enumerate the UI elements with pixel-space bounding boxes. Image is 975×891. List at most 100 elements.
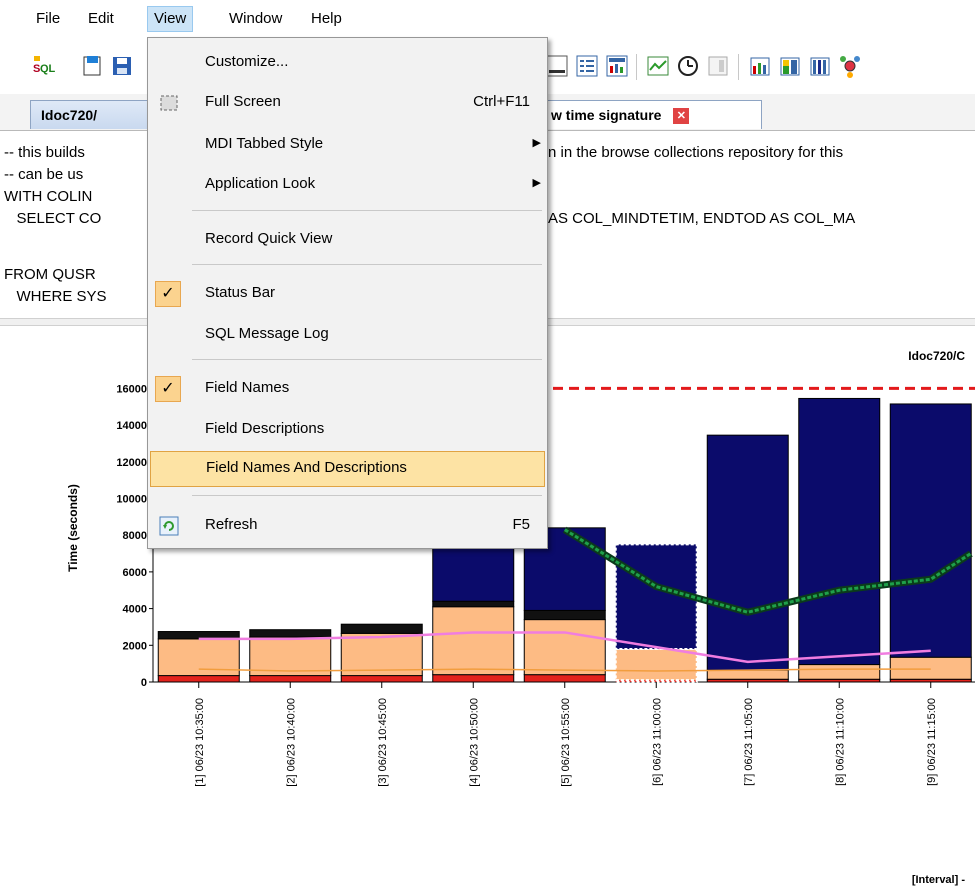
toolbar-separator [738, 54, 739, 80]
menu-item-sql-message-log[interactable]: SQL Message Log [148, 318, 547, 352]
y-tick-label: 12000 [116, 457, 147, 469]
menu-help[interactable]: Help [305, 7, 348, 31]
bar-segment-red [157, 675, 240, 683]
x-tick-label: [2] 06/23 10:40:00 [285, 698, 297, 787]
bar-segment-navy [798, 397, 881, 666]
menu-file[interactable]: File [30, 7, 66, 31]
x-tick-label: [7] 06/23 11:05:00 [743, 698, 755, 786]
menu-item-status-bar[interactable]: ✓ Status Bar [148, 277, 547, 311]
menu-item-shortcut: Ctrl+F11 [473, 93, 530, 110]
save-icon[interactable] [110, 54, 134, 78]
x-tick-label: [6] 06/23 11:00:00 [651, 698, 663, 786]
menu-item-customize[interactable]: Customize... [148, 46, 547, 80]
stacked-bar-icon[interactable] [778, 54, 802, 78]
y-tick-label: 14000 [116, 420, 147, 432]
menu-item-label: Full Screen [205, 93, 281, 110]
bar-segment-orange [706, 669, 789, 680]
network-icon[interactable] [838, 54, 862, 78]
menu-item-label: Application Look [205, 175, 316, 192]
submenu-arrow-icon: ▶ [532, 177, 541, 189]
menu-item-record-quick-view[interactable]: Record Quick View [148, 223, 547, 257]
tab-time-signature[interactable]: w time signature ✕ [540, 100, 762, 129]
menu-item-label: Customize... [205, 53, 289, 70]
menu-item-full-screen[interactable]: Full Screen Ctrl+F11 [148, 86, 547, 120]
y-tick-label: 2000 [123, 640, 147, 652]
svg-text:QL: QL [40, 63, 55, 75]
menu-item-field-names-and-descriptions[interactable]: Field Names And Descriptions [150, 451, 545, 487]
bar-segment-red [432, 674, 515, 683]
bar-segment-orange [432, 606, 515, 676]
x-tick-label: [5] 06/23 10:55:00 [560, 698, 572, 787]
menu-view[interactable]: View [147, 6, 194, 32]
x-tick-label: [9] 06/23 11:15:00 [926, 698, 938, 786]
close-icon[interactable]: ✕ [673, 108, 690, 125]
menu-item-label: Field Names [205, 379, 290, 396]
menu-item-refresh[interactable]: Refresh F5 [148, 509, 547, 543]
menu-item-label: Refresh [205, 516, 258, 533]
view-menu-dropdown: Customize... Full Screen Ctrl+F11 MDI Ta… [147, 37, 548, 549]
sql-icon[interactable]: S QL [31, 54, 55, 78]
y-tick-label: 6000 [123, 567, 147, 579]
sql-line-fragment: AS COL_MINDTETIM, ENDTOD AS COL_MA [548, 210, 856, 227]
checkmark-icon: ✓ [155, 281, 181, 307]
open-icon[interactable] [81, 54, 105, 78]
panel-icon[interactable] [706, 54, 730, 78]
y-tick-label: 0 [141, 677, 147, 689]
x-tick-label: [3] 06/23 10:45:00 [377, 698, 389, 787]
bar-chart-icon[interactable] [748, 54, 772, 78]
column-chart-icon[interactable] [808, 54, 832, 78]
menu-item-label: Field Descriptions [205, 420, 325, 437]
tab-label: w time signature [551, 107, 662, 123]
bar-segment-orange [523, 619, 606, 676]
toolbar-separator [636, 54, 637, 80]
menu-separator [192, 495, 542, 496]
bar-segment-orange [889, 656, 972, 680]
chart-window-icon[interactable] [605, 54, 629, 78]
y-tick-label: 10000 [116, 493, 147, 505]
y-tick-label: 4000 [123, 604, 147, 616]
list-view-icon[interactable] [575, 54, 599, 78]
submenu-arrow-icon: ▶ [532, 137, 541, 149]
checkmark-icon: ✓ [155, 376, 181, 402]
menu-item-field-names[interactable]: ✓ Field Names [148, 372, 547, 406]
menu-item-field-descriptions[interactable]: Field Descriptions [148, 413, 547, 447]
bar-segment-navy [889, 403, 972, 658]
bar-segment-orange [614, 647, 698, 682]
sql-line: FROM QUSR [4, 266, 96, 283]
refresh-icon [159, 516, 179, 536]
bar-segment-red [523, 674, 606, 683]
y-tick-label: 8000 [123, 530, 147, 542]
clock-icon[interactable] [676, 54, 700, 78]
sql-line: WITH COLIN [4, 188, 93, 205]
x-tick-label: [8] 06/23 11:10:00 [834, 698, 846, 786]
chart-title: Idoc720/C [908, 349, 965, 363]
full-screen-icon [160, 95, 178, 111]
bar-segment-orange [798, 664, 881, 680]
menu-item-shortcut: F5 [512, 516, 530, 533]
menu-item-mdi-tabbed-style[interactable]: MDI Tabbed Style ▶ [148, 128, 547, 162]
menu-separator [192, 264, 542, 265]
menu-window[interactable]: Window [223, 7, 288, 31]
y-tick-label: 16000 [116, 383, 147, 395]
bar-segment-black [249, 629, 332, 638]
menu-item-label: MDI Tabbed Style [205, 135, 324, 152]
bar-segment-black [523, 609, 606, 621]
menu-item-label: SQL Message Log [205, 325, 329, 342]
bar-segment-red [340, 675, 423, 683]
x-tick-label: [1] 06/23 10:35:00 [194, 698, 206, 787]
menu-bar: File Edit View Window Help [0, 0, 975, 38]
menu-item-application-look[interactable]: Application Look ▶ [148, 168, 547, 202]
x-axis-label: [Interval] - [912, 874, 966, 886]
sql-line: -- can be us [4, 166, 84, 183]
sql-line: WHERE SYS [4, 288, 107, 305]
bar-segment-black [340, 623, 423, 634]
menu-separator [192, 359, 542, 360]
menu-item-label: Record Quick View [205, 230, 333, 247]
menu-edit[interactable]: Edit [82, 7, 120, 31]
sql-line-fragment: n in the browse collections repository f… [548, 144, 844, 161]
sql-line: -- this builds [4, 144, 85, 161]
table-bold-icon[interactable] [545, 54, 569, 78]
menu-separator [192, 210, 542, 211]
line-chart-icon[interactable] [646, 54, 670, 78]
sql-line: SELECT CO [4, 210, 102, 227]
